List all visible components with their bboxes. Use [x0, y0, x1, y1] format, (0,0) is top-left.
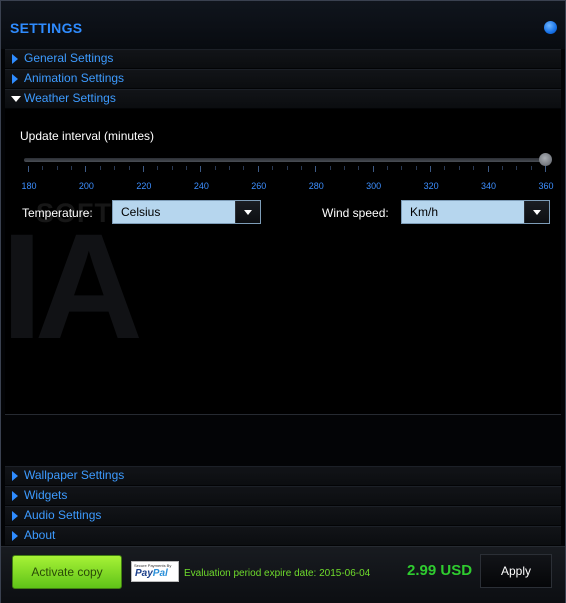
slider-tick [329, 166, 331, 170]
slider-tick [114, 166, 116, 170]
section-audio-settings[interactable]: Audio Settings [5, 506, 561, 525]
tick-label: 360 [538, 181, 554, 191]
paypal-wordmark: PayPal [135, 568, 168, 579]
section-label: About [24, 528, 56, 542]
update-interval-label: Update interval (minutes) [20, 129, 155, 143]
dropdown-arrow-icon[interactable] [524, 201, 549, 223]
dropdown-arrow-icon[interactable] [235, 201, 260, 223]
tick-label: 240 [193, 181, 209, 191]
slider-tick [501, 166, 503, 170]
update-interval-slider[interactable] [24, 158, 547, 162]
price-label: 2.99 USD [407, 562, 473, 579]
tick-label: 300 [366, 181, 382, 191]
expand-arrow-icon [12, 531, 18, 541]
watermark-big-letters: IA [1, 202, 143, 370]
slider-tick [286, 166, 288, 170]
slider-tick [458, 166, 460, 170]
section-wallpaper-settings[interactable]: Wallpaper Settings [5, 466, 561, 485]
paypal-logo: Secure Payments By PayPal [131, 561, 179, 582]
activate-copy-button[interactable]: Activate copy [12, 555, 122, 589]
section-animation-settings[interactable]: Animation Settings [5, 69, 561, 88]
paypal-pay: Pay [135, 568, 153, 579]
divider [5, 414, 561, 415]
tick-label: 340 [481, 181, 497, 191]
title-bar: SETTINGS [1, 1, 565, 49]
section-widgets[interactable]: Widgets [5, 486, 561, 505]
tick-label: 220 [136, 181, 152, 191]
expand-arrow-icon [12, 471, 18, 481]
section-label: Wallpaper Settings [24, 468, 125, 482]
slider-tick [200, 166, 202, 172]
temperature-value: Celsius [121, 205, 161, 219]
slider-tick [99, 166, 101, 170]
slider-tick [128, 166, 130, 170]
slider-tick [530, 166, 532, 170]
slider-tick [229, 166, 231, 170]
status-dot-icon[interactable] [544, 21, 557, 34]
temperature-label: Temperature: [22, 206, 93, 220]
apply-button[interactable]: Apply [480, 554, 552, 588]
section-label: Widgets [24, 488, 68, 502]
tick-label: 260 [251, 181, 267, 191]
update-interval-slider-handle[interactable] [539, 153, 552, 166]
slider-tick [171, 166, 173, 170]
settings-window: SETTINGS General Settings Animation Sett… [0, 0, 566, 603]
footer-bar: Activate copy Secure Payments By PayPal … [1, 546, 565, 603]
slider-tick [343, 166, 345, 170]
evaluation-expire-text: Evaluation period expire date: 2015-06-0… [184, 568, 371, 579]
slider-tick [545, 166, 546, 172]
slider-tick [444, 166, 446, 170]
slider-tick [214, 166, 216, 170]
apply-label: Apply [500, 564, 532, 578]
slider-tick [300, 166, 302, 170]
wind-speed-value: Km/h [410, 205, 439, 219]
section-label: Audio Settings [24, 508, 102, 522]
slider-tick [358, 166, 360, 170]
section-label: General Settings [24, 51, 114, 65]
slider-tick [516, 166, 518, 170]
section-general-settings[interactable]: General Settings [5, 49, 561, 68]
window-title: SETTINGS [10, 20, 83, 36]
paypal-pal: Pal [152, 568, 168, 579]
slider-tick [473, 166, 475, 170]
tick-label: 200 [78, 181, 94, 191]
temperature-select[interactable]: Celsius [112, 200, 261, 224]
tick-label: 320 [423, 181, 439, 191]
slider-tick [56, 166, 58, 170]
slider-tick [257, 166, 259, 172]
slider-tick [372, 166, 374, 172]
slider-tick [415, 166, 417, 170]
tick-label: 180 [21, 181, 37, 191]
activate-copy-label: Activate copy [31, 565, 103, 579]
expand-arrow-icon [12, 491, 18, 501]
slider-tick [42, 166, 44, 170]
slider-ticks [28, 166, 547, 174]
slider-tick [387, 166, 389, 170]
section-weather-settings[interactable]: Weather Settings [5, 89, 561, 108]
slider-tick [85, 166, 87, 172]
slider-tick [272, 166, 274, 170]
slider-tick [401, 166, 403, 170]
expand-arrow-icon [12, 511, 18, 521]
slider-tick [28, 166, 29, 172]
section-label: Animation Settings [24, 71, 125, 85]
wind-speed-select[interactable]: Km/h [401, 200, 550, 224]
expand-arrow-icon [12, 54, 18, 64]
slider-tick [157, 166, 159, 170]
expand-arrow-icon [12, 74, 18, 84]
wind-speed-label: Wind speed: [322, 206, 389, 220]
slider-tick [430, 166, 432, 172]
slider-tick [315, 166, 317, 172]
section-about[interactable]: About [5, 526, 561, 545]
tick-label: 280 [308, 181, 324, 191]
slider-tick [142, 166, 144, 172]
slider-tick [243, 166, 245, 170]
collapse-arrow-icon [11, 96, 21, 102]
section-label: Weather Settings [24, 91, 116, 105]
slider-tick [185, 166, 187, 170]
slider-tick [487, 166, 489, 172]
slider-tick [71, 166, 73, 170]
